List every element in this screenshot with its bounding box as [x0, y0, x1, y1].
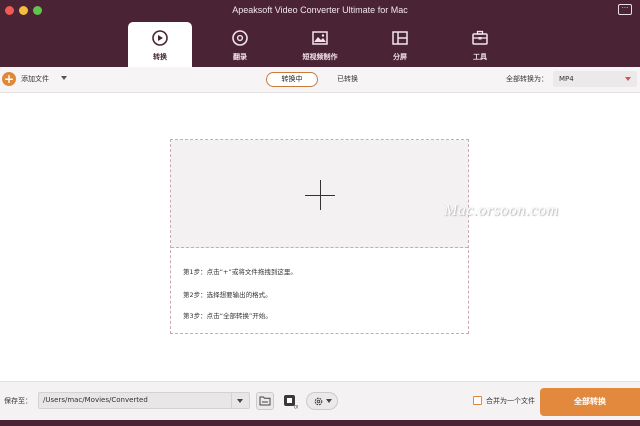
tab-label: 工具 [473, 53, 487, 61]
merge-label[interactable]: 合并为一个文件 [486, 396, 535, 406]
output-settings-button[interactable] [306, 392, 338, 410]
tab-mv-maker[interactable]: 短视频制作 [288, 22, 352, 67]
window-bottom-edge [0, 420, 640, 426]
chevron-down-icon[interactable] [61, 76, 67, 80]
convert-all-button[interactable]: 全部转换 [540, 388, 640, 416]
file-drop-zone[interactable]: 第1步：点击“+”或将文件拖拽到这里。 第2步：选择想要输出的格式。 第3步：点… [170, 139, 469, 334]
tab-converting[interactable]: 转换中 [266, 72, 318, 87]
add-file-icon[interactable]: + [2, 72, 16, 86]
add-file-button[interactable]: 添加文件 [21, 74, 49, 84]
folder-icon [259, 396, 271, 406]
watermark: Mac.orsoon.com [444, 202, 559, 219]
tab-ripper[interactable]: 翻录 [208, 22, 272, 67]
merge-checkbox[interactable] [473, 396, 482, 405]
ripper-icon [231, 29, 249, 47]
tab-split-screen[interactable]: 分屏 [368, 22, 432, 67]
converter-toolbar: + 添加文件 转换中 已转换 全部转换为： MP4 [0, 67, 640, 93]
save-to-label: 保存至： [4, 397, 32, 405]
svg-text:ON: ON [294, 405, 298, 410]
chevron-down-icon [237, 399, 243, 403]
main-tabs: 转换 翻录 短视频制作 分屏 工具 [128, 22, 512, 67]
instruction-step: 第1步：点击“+”或将文件拖拽到这里。 [183, 268, 297, 276]
tab-convert[interactable]: 转换 [128, 22, 192, 67]
main-area: 第1步：点击“+”或将文件拖拽到这里。 第2步：选择想要输出的格式。 第3步：点… [0, 94, 640, 381]
gpu-acceleration-icon: ON [284, 395, 298, 410]
save-path-field[interactable]: /Users/mac/Movies/Converted [38, 392, 250, 409]
convert-all-to-label: 全部转换为： [506, 75, 548, 83]
split-screen-icon [391, 29, 409, 47]
plus-icon [320, 180, 321, 210]
feedback-icon[interactable]: ··· [618, 4, 632, 15]
toolbox-icon [471, 29, 489, 47]
add-file-area[interactable] [171, 140, 468, 248]
convert-icon [151, 29, 169, 47]
hardware-acceleration-button[interactable]: ON [281, 392, 299, 410]
save-path-dropdown[interactable] [231, 393, 249, 408]
gear-icon [314, 397, 322, 405]
mv-maker-icon [311, 29, 329, 47]
chevron-down-icon [625, 77, 631, 81]
tab-label: 转换 [153, 53, 167, 61]
bottom-bar: 保存至： /Users/mac/Movies/Converted ON 合并为一… [0, 381, 640, 420]
save-path-value: /Users/mac/Movies/Converted [43, 396, 148, 404]
output-format-value: MP4 [559, 75, 574, 83]
tab-converted[interactable]: 已转换 [337, 74, 358, 84]
open-folder-button[interactable] [256, 392, 274, 410]
tab-label: 短视频制作 [302, 53, 338, 61]
tab-toolbox[interactable]: 工具 [448, 22, 512, 67]
chevron-down-icon [325, 399, 332, 403]
instruction-step: 第2步：选择想要输出的格式。 [183, 291, 272, 299]
tab-label: 分屏 [393, 53, 407, 61]
output-format-select[interactable]: MP4 [553, 71, 637, 87]
title-bar: Apeaksoft Video Converter Ultimate for M… [0, 0, 640, 67]
instruction-step: 第3步：点击“全部转换”开始。 [183, 312, 272, 320]
tab-label: 翻录 [233, 53, 247, 61]
app-title: Apeaksoft Video Converter Ultimate for M… [232, 5, 408, 15]
